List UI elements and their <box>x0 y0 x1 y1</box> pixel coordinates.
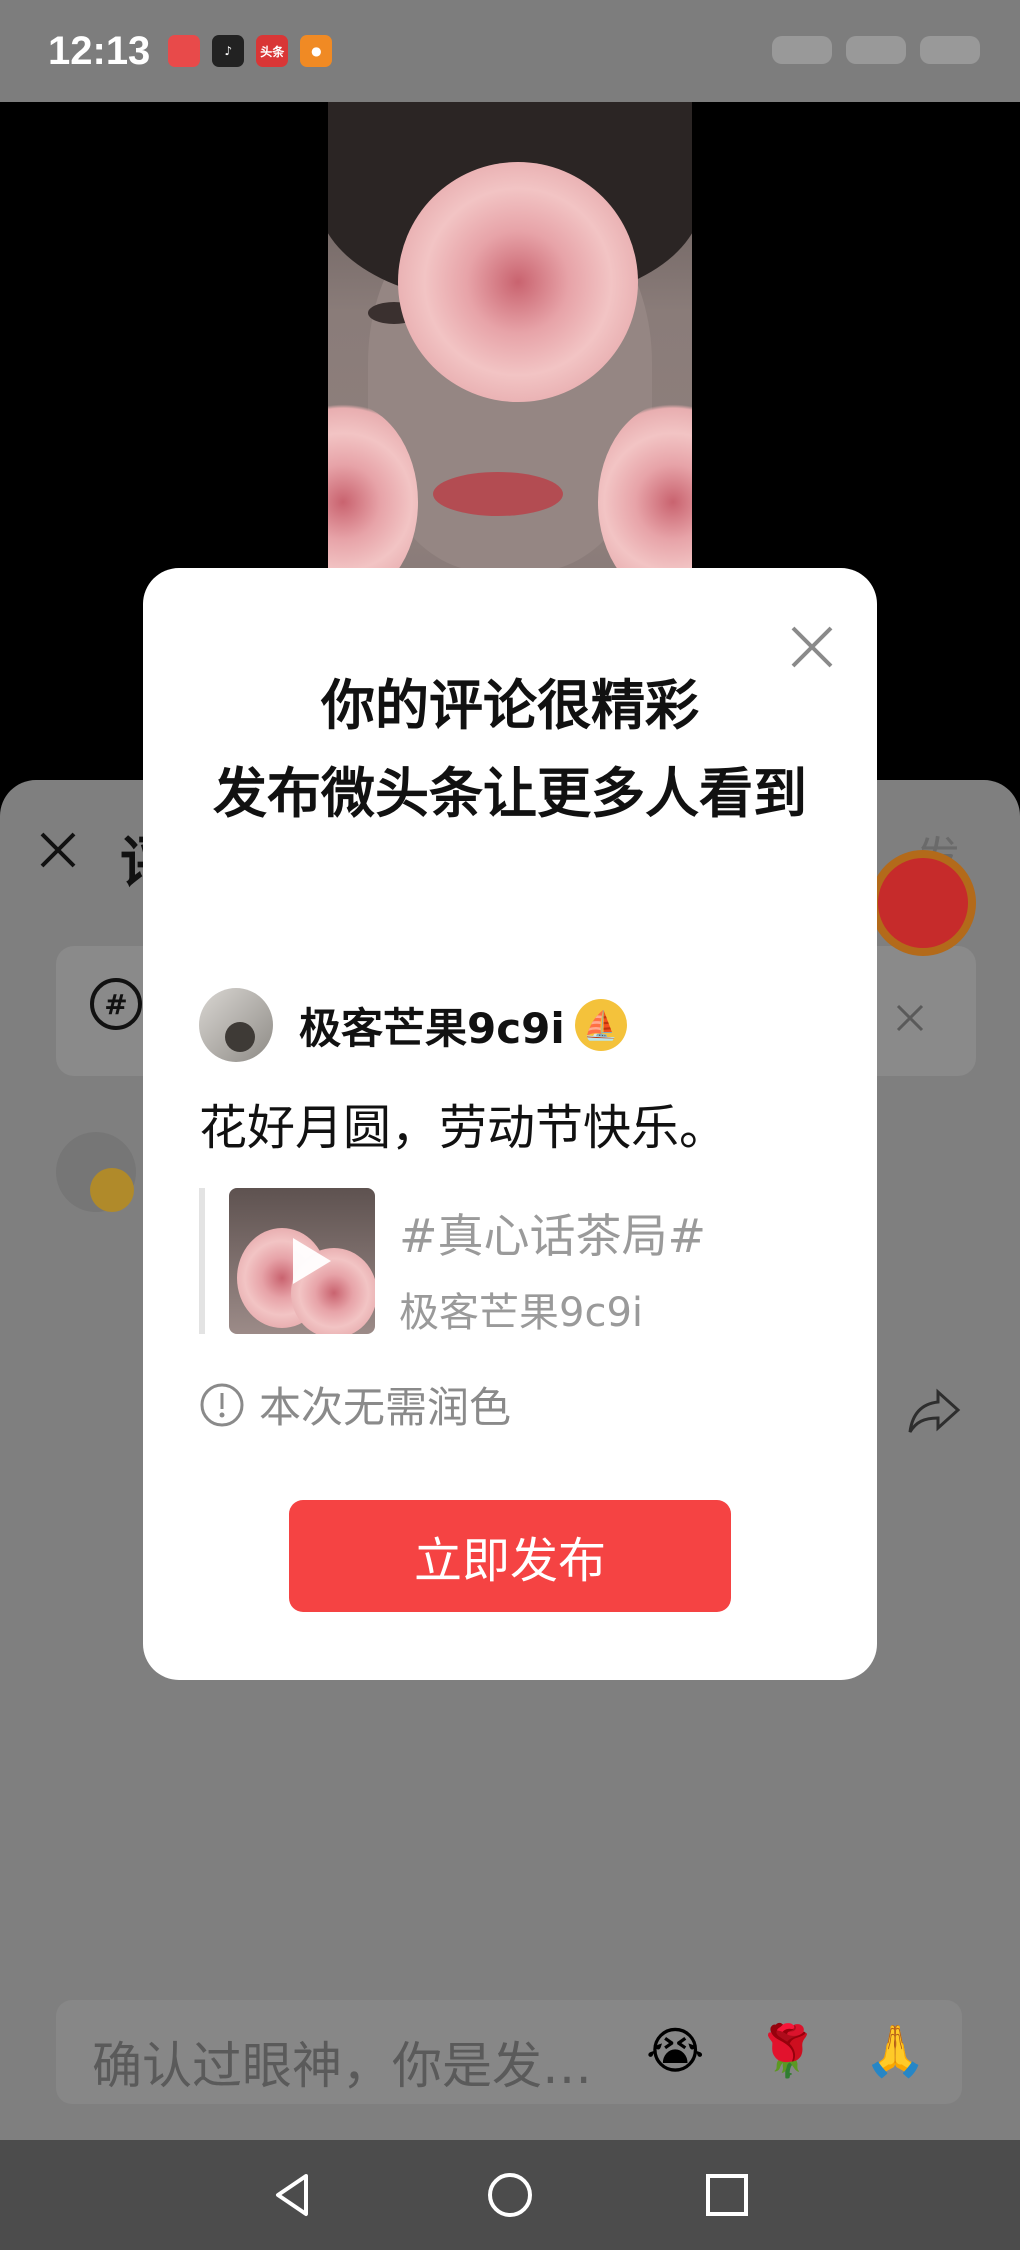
status-time: 12:13 <box>48 28 151 73</box>
publish-button[interactable]: 立即发布 <box>289 1500 731 1612</box>
notice-text: 本次无需润色 <box>259 1383 512 1432</box>
screen: 12:13 ♪ 头条 ● 评 发 <box>0 0 1020 2250</box>
publish-dialog: 你的评论很精彩 发布微头条让更多人看到 极客芒果9c9i ⛵ 花好月圆，劳动节快… <box>143 568 877 1680</box>
status-indicators <box>772 36 980 64</box>
svg-text:#: # <box>104 988 127 1021</box>
quote-topic: #真心话茶局# <box>399 1209 707 1263</box>
close-icon[interactable] <box>890 998 930 1038</box>
orange-app-icon: ● <box>300 35 333 67</box>
signal-icon <box>772 36 832 64</box>
author-row: 极客芒果9c9i ⛵ <box>199 988 627 1062</box>
info-icon <box>200 1383 244 1426</box>
author-name: 极客芒果9c9i <box>299 1003 565 1053</box>
toutiao-icon: 头条 <box>256 35 289 67</box>
video-thumbnail <box>229 1188 375 1334</box>
status-bar: 12:13 ♪ 头条 ● <box>0 0 1020 102</box>
notice-row: 本次无需润色 <box>199 1374 511 1435</box>
huawei-mall-icon <box>168 35 201 67</box>
quote-author: 极客芒果9c9i <box>399 1290 644 1336</box>
sailboat-badge-icon: ⛵ <box>574 999 627 1051</box>
rose-emoji-icon[interactable]: 🌹 <box>756 2022 818 2081</box>
rose-sticker <box>398 162 638 402</box>
verified-badge-icon <box>90 1168 134 1212</box>
red-envelope-icon[interactable] <box>870 850 976 956</box>
wifi-icon <box>846 36 906 64</box>
avatar <box>199 988 273 1062</box>
quote-divider <box>199 1188 205 1334</box>
dialog-title-line2: 发布微头条让更多人看到 <box>213 762 807 825</box>
battery-icon <box>920 36 980 64</box>
back-icon[interactable] <box>266 2168 320 2222</box>
hashtag-bubble-icon: # <box>90 978 142 1030</box>
input-placeholder: 确认过眼神，你是发… <box>92 2037 592 2095</box>
recents-icon[interactable] <box>700 2168 754 2222</box>
dialog-title: 你的评论很精彩 发布微头条让更多人看到 <box>203 662 817 838</box>
comment-input[interactable]: 确认过眼神，你是发… 😭 🌹 🙏 <box>56 2000 962 2104</box>
douyin-icon: ♪ <box>212 35 245 67</box>
home-icon[interactable] <box>483 2168 537 2222</box>
close-icon[interactable] <box>34 826 82 874</box>
navigation-bar <box>0 2140 1020 2250</box>
crying-emoji-icon[interactable]: 😭 <box>646 2022 704 2080</box>
pray-emoji-icon[interactable]: 🙏 <box>864 2022 926 2081</box>
play-icon <box>293 1238 331 1284</box>
share-icon[interactable] <box>906 1386 962 1436</box>
dialog-title-line1: 你的评论很精彩 <box>321 674 699 737</box>
lips <box>433 472 563 516</box>
comment-text: 花好月圆，劳动节快乐。 <box>199 1100 728 1156</box>
